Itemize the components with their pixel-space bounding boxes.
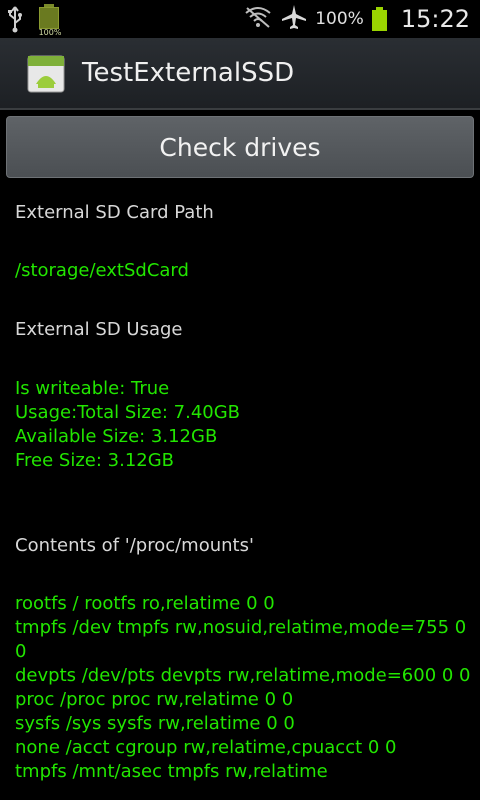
status-left-icons: 100% xyxy=(6,4,62,37)
battery-full-icon xyxy=(371,7,387,31)
mounts-line: proc /proc proc rw,relatime 0 0 xyxy=(15,689,294,710)
sd-path-label: External SD Card Path xyxy=(15,202,214,223)
mounts-line: tmpfs /dev tmpfs rw,nosuid,relatime,mode… xyxy=(15,617,467,662)
airplane-icon xyxy=(281,4,307,34)
mounts-line: devpts /dev/pts devpts rw,relatime,mode=… xyxy=(15,665,471,686)
mounts-line: rootfs / rootfs ro,relatime 0 0 xyxy=(15,593,275,614)
usage-free-size: Free Size: 3.12GB xyxy=(15,450,175,471)
usage-total-size: Usage:Total Size: 7.40GB xyxy=(15,402,241,423)
sd-path-value: /storage/extSdCard xyxy=(15,260,189,281)
usage-available-size: Available Size: 3.12GB xyxy=(15,426,218,447)
status-time: 15:22 xyxy=(400,5,470,33)
android-app-icon xyxy=(26,54,66,94)
wifi-off-icon xyxy=(243,5,273,33)
mounts-list: rootfs / rootfs ro,relatime 0 0 tmpfs /d… xyxy=(15,592,473,784)
usb-icon xyxy=(6,5,24,33)
usage-writeable: Is writeable: True xyxy=(15,378,170,399)
battery-percent: 100% xyxy=(315,9,364,29)
mounts-label: Contents of '/proc/mounts' xyxy=(15,535,254,556)
mounts-line: none /acct cgroup rw,relatime,cpuacct 0 … xyxy=(15,737,397,758)
mounts-line: tmpfs /mnt/asec tmpfs rw,relatime xyxy=(15,761,328,782)
status-right-icons: 100% 15:22 xyxy=(243,0,470,38)
battery-small-icon: 100% xyxy=(36,4,62,37)
status-bar: 100% 100% 15:22 xyxy=(0,0,480,38)
app-title: TestExternalSSD xyxy=(82,58,295,88)
battery-small-label: 100% xyxy=(38,28,62,37)
sd-usage-label: External SD Usage xyxy=(15,319,183,340)
action-bar: TestExternalSSD xyxy=(0,38,480,110)
mounts-line: sysfs /sys sysfs rw,relatime 0 0 xyxy=(15,713,295,734)
check-drives-button[interactable]: Check drives xyxy=(6,116,474,178)
